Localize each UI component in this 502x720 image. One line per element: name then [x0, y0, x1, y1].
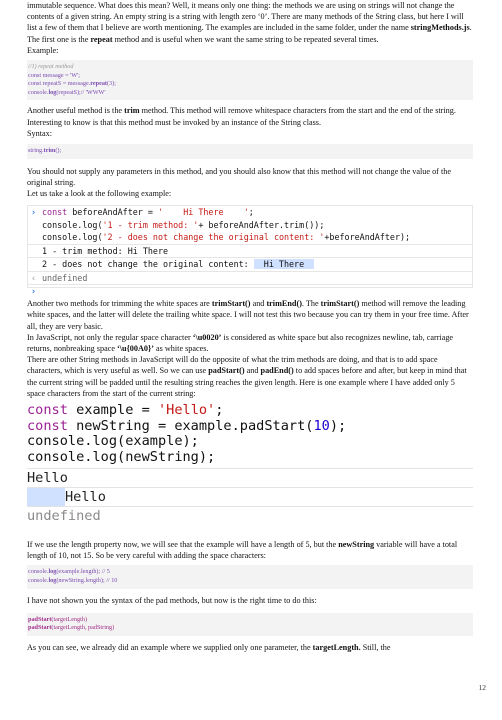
- console-output-line: Hello: [27, 487, 473, 507]
- console-output-line: 1 - trim method: Hi There: [28, 243, 472, 258]
- console-input-line: const newString = example.padStart(10);: [27, 417, 347, 434]
- code-line: console.log(newString.length); // 10: [28, 577, 118, 585]
- pad-syntax-block: padStart(targetLength) padStart(targetLe…: [27, 612, 473, 637]
- console-input-line: console.log('1 - trim method: '+ beforeA…: [42, 219, 325, 230]
- console-return-line: ‹ undefined: [28, 270, 472, 285]
- trimstart-paragraph: Another two methods for trimming the whi…: [27, 299, 469, 331]
- filename: stringMethods.js: [410, 23, 470, 33]
- repeat-code-block: //1) repeat method const message = 'W'; …: [27, 60, 473, 101]
- padstart-console-screenshot: const example = 'Hello'; const newString…: [27, 402, 473, 525]
- console-output-line: Hello: [27, 468, 473, 487]
- page-number: 12: [478, 683, 487, 692]
- prompt-chevron-icon: ›: [31, 286, 37, 297]
- length-paragraph: If we use the length property now, we wi…: [27, 540, 458, 561]
- code-line: string.trim();: [28, 147, 62, 154]
- trim-intro: Another useful method is the trim method…: [27, 106, 456, 127]
- console-prompt[interactable]: ›: [28, 284, 472, 296]
- console-input-line: const example = 'Hello';: [27, 402, 224, 419]
- console-input-line: console.log(newString);: [27, 448, 216, 465]
- code-line: console.log(repeatS);// 'WWW': [28, 88, 106, 96]
- trim-syntax-block: string.trim();: [27, 144, 473, 159]
- intro-paragraph: immutable sequence. What does this mean?…: [27, 1, 472, 33]
- trim-example-label: Let us take a look at the following exam…: [27, 189, 172, 198]
- code-line: console.log(example.length); // 5: [28, 568, 110, 576]
- syntax-label: Syntax:: [27, 128, 53, 138]
- prompt-chevron-icon: ›: [31, 207, 37, 218]
- trim-console-screenshot: › const beforeAndAfter = ' Hi There '; co…: [27, 205, 473, 296]
- code-line: const repeatS = message.repeat(3);: [28, 80, 116, 88]
- console-output-line: 2 - does not change the original content…: [28, 257, 472, 271]
- console-return-line: undefined: [27, 506, 473, 525]
- code-line: const message = 'W';: [28, 71, 80, 79]
- syntax-intro: I have not shown you the syntax of the p…: [27, 595, 317, 605]
- document-page: immutable sequence. What does this mean?…: [27, 0, 473, 653]
- console-input-line: console.log('2 - does not change the ori…: [42, 232, 411, 243]
- pad-paragraph: There are other String methods in JavaSc…: [27, 355, 467, 398]
- code-comment: //1) repeat method: [28, 63, 74, 71]
- console-input-line: console.log(example);: [27, 433, 199, 450]
- repeat-intro: The first one is the repeat method and i…: [27, 34, 379, 44]
- code-line: padStart(targetLength, padString): [28, 624, 115, 632]
- return-arrow-icon: ‹: [31, 272, 37, 283]
- example-label: Example:: [27, 45, 59, 55]
- whitespace-paragraph: In JavaScript, not only the regular spac…: [27, 332, 454, 354]
- length-code-block: console.log(example.length); // 5 consol…: [27, 565, 473, 589]
- closing-paragraph: As you can see, we already did an exampl…: [27, 643, 391, 653]
- highlighted-output: Hi There: [253, 259, 315, 270]
- console-input-line: › const beforeAndAfter = ' Hi There ';: [31, 207, 254, 218]
- padding-highlight: [27, 488, 65, 507]
- trim-note: You should not supply any parameters in …: [27, 166, 451, 187]
- code-line: padStart(targetLength): [28, 615, 88, 623]
